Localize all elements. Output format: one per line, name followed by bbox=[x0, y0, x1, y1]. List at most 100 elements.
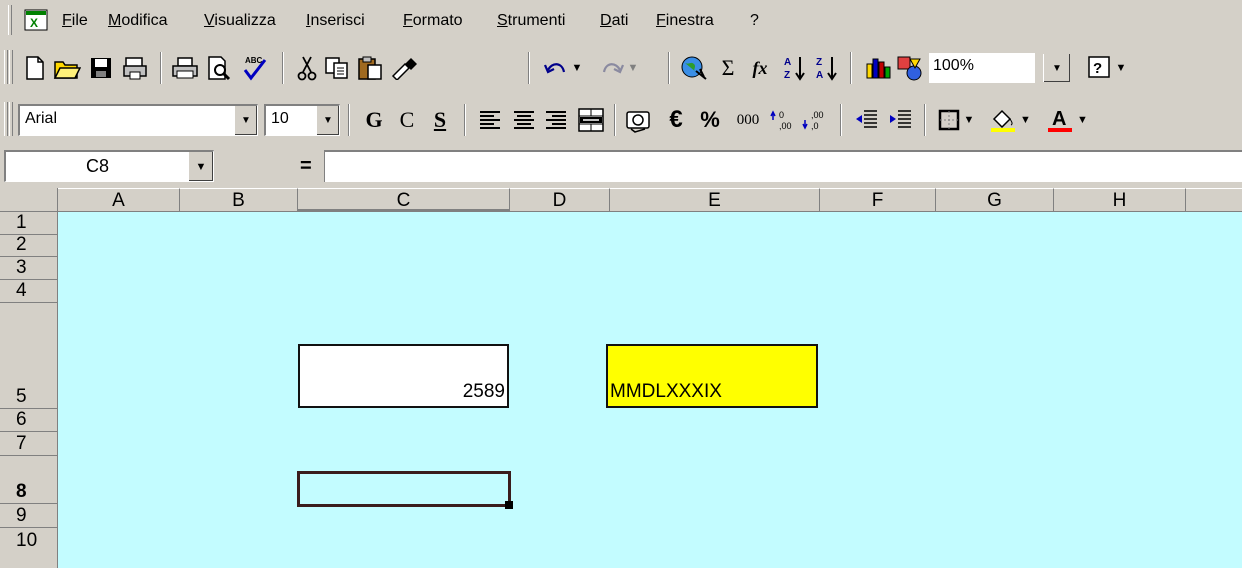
row-header-8[interactable]: 8 bbox=[0, 456, 58, 504]
save-icon[interactable] bbox=[86, 53, 116, 83]
font-color-icon[interactable]: A ▼ bbox=[1040, 105, 1094, 135]
menu-finestra[interactable]: Finestra bbox=[656, 12, 714, 30]
menu-file[interactable]: File bbox=[62, 12, 88, 30]
drawing-icon[interactable] bbox=[894, 53, 926, 83]
font-name-combo[interactable]: Arial ▼ bbox=[18, 104, 258, 136]
menu-strumenti[interactable]: Strumenti bbox=[497, 12, 565, 30]
column-header-a[interactable]: A bbox=[58, 188, 180, 212]
undo-dropdown-icon[interactable]: ▼ bbox=[572, 62, 583, 74]
svg-text:Z: Z bbox=[816, 57, 822, 68]
thousands-separator-button[interactable]: 000 bbox=[730, 105, 766, 135]
new-icon[interactable] bbox=[20, 53, 50, 83]
menubar-grip[interactable] bbox=[8, 5, 12, 35]
row-header-5[interactable]: 5 bbox=[0, 303, 58, 409]
cell-e5[interactable]: MMDLXXXIX bbox=[606, 344, 818, 408]
excel-app-icon[interactable]: X bbox=[24, 9, 48, 31]
format-painter-icon[interactable] bbox=[388, 53, 420, 83]
menu-formato[interactable]: Formato bbox=[403, 12, 463, 30]
merge-center-icon[interactable] bbox=[574, 105, 608, 135]
row-header-1[interactable]: 1 bbox=[0, 212, 58, 235]
print-icon[interactable] bbox=[170, 53, 200, 83]
currency-style-icon[interactable] bbox=[622, 105, 656, 135]
paste-icon[interactable] bbox=[354, 53, 386, 83]
italic-button[interactable]: C bbox=[392, 105, 422, 135]
svg-text:A: A bbox=[1052, 108, 1066, 130]
column-header-f[interactable]: F bbox=[820, 188, 936, 212]
svg-text:ABC: ABC bbox=[245, 56, 263, 65]
euro-button[interactable]: € bbox=[660, 105, 692, 135]
web-icon[interactable] bbox=[678, 53, 710, 83]
menu-modifica[interactable]: Modifica bbox=[108, 12, 168, 30]
row-header-7[interactable]: 7 bbox=[0, 432, 58, 456]
column-header-e[interactable]: E bbox=[610, 188, 820, 212]
autosum-button[interactable]: Σ bbox=[712, 53, 744, 83]
toolbar-grip[interactable] bbox=[4, 50, 8, 84]
column-header-next[interactable] bbox=[1186, 188, 1242, 212]
align-right-icon[interactable] bbox=[540, 105, 572, 135]
percent-button[interactable]: % bbox=[694, 105, 726, 135]
menu-help[interactable]: ? bbox=[750, 12, 759, 30]
font-size-combo[interactable]: 10 ▼ bbox=[264, 104, 340, 136]
toolbar-grip[interactable] bbox=[9, 50, 13, 84]
function-wizard-button[interactable]: fx bbox=[744, 53, 776, 83]
sort-descending-icon[interactable]: ZA bbox=[812, 53, 842, 83]
column-header-h[interactable]: H bbox=[1054, 188, 1186, 212]
increase-indent-icon[interactable] bbox=[884, 105, 916, 135]
row-header-2[interactable]: 2 bbox=[0, 234, 58, 257]
undo-icon[interactable]: ▼ bbox=[538, 53, 588, 83]
select-all-corner[interactable] bbox=[0, 188, 58, 212]
toolbar-grip[interactable] bbox=[9, 102, 13, 136]
font-size-dropdown-icon[interactable]: ▼ bbox=[316, 106, 339, 135]
toolbar-grip[interactable] bbox=[4, 102, 8, 136]
menu-dati[interactable]: Dati bbox=[600, 12, 628, 30]
open-icon[interactable] bbox=[52, 53, 82, 83]
edit-formula-button[interactable]: = bbox=[300, 155, 312, 178]
fill-color-icon[interactable]: ▼ bbox=[984, 105, 1036, 135]
decrease-decimal-icon[interactable]: ,00,0 bbox=[800, 105, 832, 135]
row-header-4[interactable]: 4 bbox=[0, 280, 58, 303]
column-header-b[interactable]: B bbox=[180, 188, 298, 212]
decrease-indent-icon[interactable] bbox=[850, 105, 882, 135]
underline-button[interactable]: S bbox=[424, 105, 456, 135]
row-header-3[interactable]: 3 bbox=[0, 257, 58, 280]
worksheet-grid[interactable]: A B C D E F G H 1 2 3 4 5 6 7 8 9 10 258… bbox=[0, 188, 1242, 568]
name-box[interactable]: C8 ▼ bbox=[4, 150, 214, 182]
formula-input[interactable] bbox=[324, 150, 1242, 182]
increase-decimal-icon[interactable]: 0,00 bbox=[768, 105, 800, 135]
row-header-9[interactable]: 9 bbox=[0, 504, 58, 528]
active-cell-c8[interactable] bbox=[297, 471, 513, 509]
redo-dropdown-icon[interactable]: ▼ bbox=[628, 62, 639, 74]
copy-icon[interactable] bbox=[322, 53, 352, 83]
print-preview-icon[interactable] bbox=[204, 53, 234, 83]
help-icon[interactable]: ? ▼ bbox=[1084, 53, 1130, 83]
toolbar-separator bbox=[840, 104, 842, 136]
column-header-d[interactable]: D bbox=[510, 188, 610, 212]
row-header-6[interactable]: 6 bbox=[0, 409, 58, 432]
redo-icon[interactable]: ▼ bbox=[594, 53, 644, 83]
menu-inserisci[interactable]: Inserisci bbox=[306, 12, 365, 30]
zoom-dropdown[interactable]: ▼ bbox=[1043, 54, 1070, 82]
bold-button[interactable]: G bbox=[358, 105, 390, 135]
chart-wizard-icon[interactable] bbox=[862, 53, 894, 83]
align-center-icon[interactable] bbox=[508, 105, 540, 135]
column-header-c[interactable]: C bbox=[298, 188, 510, 212]
permissions-icon[interactable] bbox=[120, 53, 150, 83]
sort-ascending-icon[interactable]: AZ bbox=[780, 53, 810, 83]
column-header-g[interactable]: G bbox=[936, 188, 1054, 212]
name-box-dropdown-icon[interactable]: ▼ bbox=[188, 152, 213, 181]
fill-handle[interactable] bbox=[505, 501, 513, 509]
zoom-dropdown-icon[interactable]: ▼ bbox=[1043, 54, 1070, 82]
menu-visualizza[interactable]: Visualizza bbox=[204, 12, 276, 30]
borders-icon[interactable]: ▼ bbox=[932, 105, 980, 135]
cell-c5[interactable]: 2589 bbox=[298, 344, 509, 408]
fill-color-dropdown-icon[interactable]: ▼ bbox=[1020, 114, 1031, 126]
help-dropdown-icon[interactable]: ▼ bbox=[1116, 62, 1127, 74]
borders-dropdown-icon[interactable]: ▼ bbox=[964, 114, 975, 126]
zoom-combo[interactable]: 100% bbox=[928, 52, 1036, 84]
spelling-icon[interactable]: ABC bbox=[238, 53, 270, 83]
cut-icon[interactable] bbox=[292, 53, 322, 83]
font-color-dropdown-icon[interactable]: ▼ bbox=[1077, 114, 1088, 126]
font-name-dropdown-icon[interactable]: ▼ bbox=[234, 106, 257, 135]
align-left-icon[interactable] bbox=[474, 105, 506, 135]
row-header-10[interactable]: 10 bbox=[0, 528, 58, 568]
